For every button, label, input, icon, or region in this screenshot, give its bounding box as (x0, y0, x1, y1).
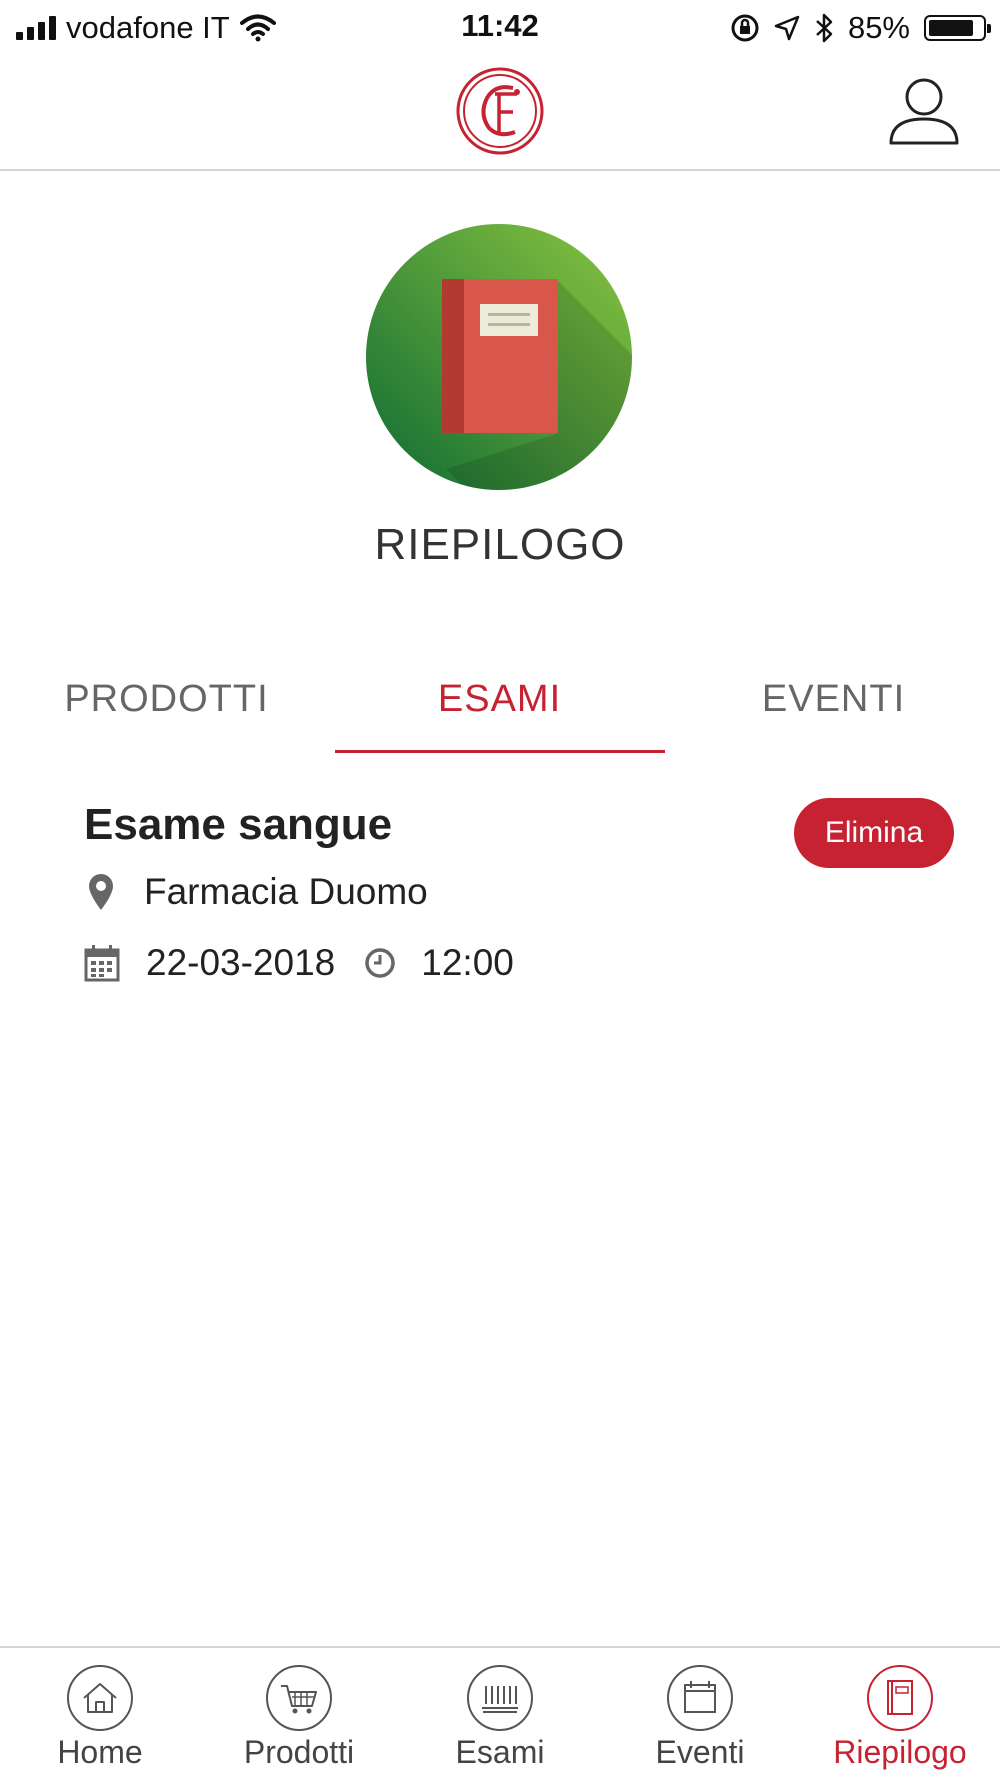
pharmacy-monogram-logo[interactable] (455, 66, 545, 156)
tab-prodotti[interactable]: PRODOTTI (0, 670, 333, 756)
nav-label-home: Home (57, 1734, 143, 1770)
map-pin-icon (89, 874, 113, 910)
location-arrow-icon (774, 15, 800, 41)
delete-button[interactable]: Elimina (794, 798, 954, 868)
calendar-icon (84, 945, 120, 982)
nav-label-eventi: Eventi (655, 1734, 745, 1770)
nav-esami[interactable]: Esami (400, 1664, 600, 1776)
booking-title: Esame sangue (84, 800, 393, 849)
active-tab-indicator (335, 750, 665, 753)
user-icon[interactable] (885, 73, 963, 151)
test-tubes-icon (467, 1665, 533, 1731)
home-icon (67, 1665, 133, 1731)
app-header (0, 56, 1000, 171)
nav-riepilogo[interactable]: Riepilogo (800, 1664, 1000, 1776)
battery-fill (929, 20, 973, 36)
location-row: Farmacia Duomo (84, 870, 428, 914)
datetime-row: 22-03-2018 12:00 (84, 942, 514, 984)
battery-percent: 85% (847, 10, 910, 45)
tab-esami[interactable]: ESAMI (333, 670, 666, 756)
nav-eventi[interactable]: Eventi (600, 1664, 800, 1776)
date-label: 22-03-2018 (146, 942, 336, 983)
tab-eventi[interactable]: EVENTI (667, 670, 1000, 756)
book-icon (366, 224, 632, 490)
book-icon (867, 1665, 933, 1731)
bottom-nav: Home Prodotti Esami Eventi Riepilogo (0, 1646, 1000, 1778)
rotation-lock-icon (731, 14, 759, 42)
page-title: RIEPILOGO (374, 520, 626, 569)
cart-icon (266, 1665, 332, 1731)
location-label: Farmacia Duomo (144, 871, 428, 912)
nav-label-riepilogo: Riepilogo (833, 1734, 967, 1770)
time-label: 12:00 (421, 942, 514, 983)
clock-icon (365, 948, 396, 978)
nav-home[interactable]: Home (0, 1664, 200, 1776)
bluetooth-icon (816, 13, 833, 43)
nav-label-esami: Esami (455, 1734, 545, 1770)
nav-label-prodotti: Prodotti (243, 1734, 355, 1770)
status-bar: vodafone IT 11:42 85% (0, 0, 1000, 56)
tab-bar: PRODOTTI ESAMI EVENTI (0, 670, 1000, 756)
calendar-icon (667, 1665, 733, 1731)
battery-icon (924, 15, 991, 41)
status-right: 85% (730, 8, 991, 48)
nav-prodotti[interactable]: Prodotti (199, 1664, 399, 1776)
